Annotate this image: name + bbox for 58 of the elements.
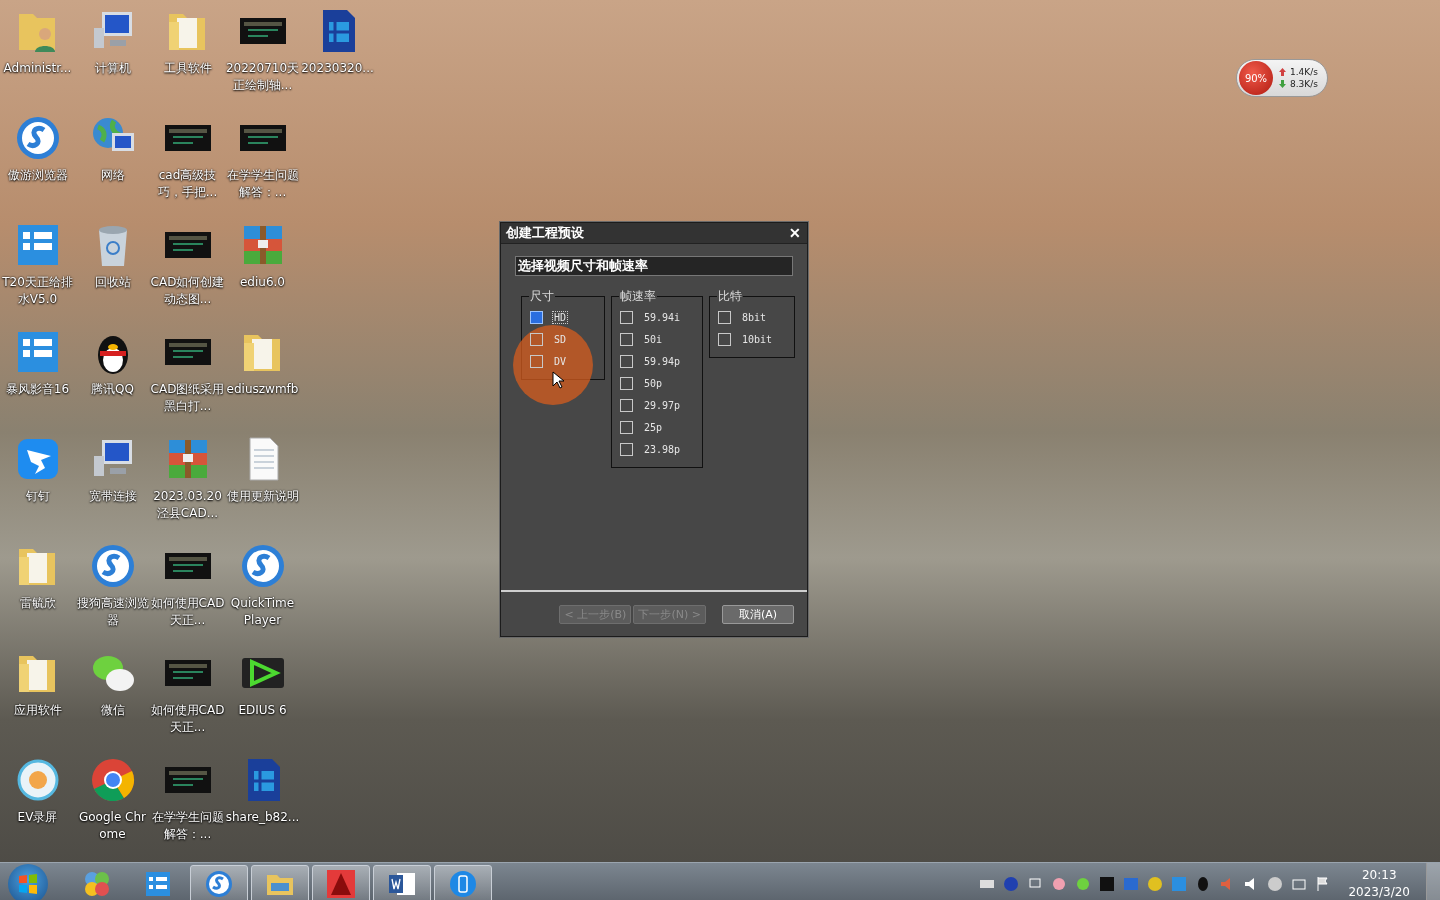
desktop-icon-label[interactable]: 回收站 xyxy=(75,274,150,291)
desktop-icon-label[interactable]: 20230320... xyxy=(300,60,375,77)
group-title: 尺寸 xyxy=(529,288,555,305)
desktop-icon-label[interactable]: 在学学生问题解答：... xyxy=(150,809,225,843)
option-label: 8bit xyxy=(741,311,768,323)
close-button[interactable]: ✕ xyxy=(787,225,803,241)
desktop-icon-label[interactable]: 雷毓欣 xyxy=(0,595,75,612)
desktop-icon-label[interactable]: 如何使用CAD天正... xyxy=(150,595,225,629)
desktop-icon-label[interactable]: share_b82... xyxy=(225,809,300,826)
desktop-icon-label[interactable]: 计算机 xyxy=(75,60,150,77)
option-label: 59.94i xyxy=(643,311,682,323)
option-label: 10bit xyxy=(741,333,774,345)
desktop-icon-label[interactable]: QuickTime Player xyxy=(225,595,300,629)
desktop-icon-label[interactable]: 网络 xyxy=(75,167,150,184)
desktop-icon-label[interactable]: 如何使用CAD天正... xyxy=(150,702,225,736)
desktop-icon-label[interactable]: 钉钉 xyxy=(0,488,75,505)
clock[interactable]: 20:13 2023/3/20 xyxy=(1338,866,1420,900)
desktop-icon-label[interactable]: ediu6.0 xyxy=(225,274,300,291)
dialog-title: 创建工程预设 xyxy=(506,224,584,242)
desktop-icon-label[interactable]: 傲游浏览器 xyxy=(0,167,75,184)
option-label: 29.97p xyxy=(643,399,682,411)
option-label: 50i xyxy=(643,333,664,345)
option-label: DV xyxy=(553,355,568,367)
desktop-icon-label[interactable]: EDIUS 6 xyxy=(225,702,300,719)
desktop-icon-label[interactable]: T20天正给排水V5.0 xyxy=(0,274,75,308)
option-label: 25p xyxy=(643,421,664,433)
desktop-icon-label[interactable]: 工具软件 xyxy=(150,60,225,77)
desktop-icon-label[interactable]: EV录屏 xyxy=(0,809,75,826)
option-label: 23.98p xyxy=(643,443,682,455)
dialog-button[interactable]: 取消(A) xyxy=(722,604,794,624)
desktop-icon-label[interactable]: 应用软件 xyxy=(0,702,75,719)
clock-time: 20:13 xyxy=(1361,866,1397,884)
group-title: 帧速率 xyxy=(619,288,657,305)
download-rate: 8.3K/s xyxy=(1290,79,1318,89)
desktop-icon-label[interactable]: 腾讯QQ xyxy=(75,381,150,398)
desktop-icon-label[interactable]: 宽带连接 xyxy=(75,488,150,505)
desktop-icon-label[interactable]: 在学学生问题解答：... xyxy=(225,167,300,201)
desktop-icon-label[interactable]: CAD图纸采用黑白打... xyxy=(150,381,225,415)
option-label: HD xyxy=(553,311,568,323)
desktop-icon-label[interactable]: 使用更新说明 xyxy=(225,488,300,505)
option-label: 50p xyxy=(643,377,664,389)
option-label: 59.94p xyxy=(643,355,682,367)
option-label: SD xyxy=(553,333,568,345)
desktop-icon-label[interactable]: ediuszwmfb xyxy=(225,381,300,398)
desktop-icon-label[interactable]: CAD如何创建动态图... xyxy=(150,274,225,308)
section-heading: 选择视频尺寸和帧速率 xyxy=(515,256,793,276)
desktop-icon-label[interactable]: 微信 xyxy=(75,702,150,719)
desktop-icon-label[interactable]: 搜狗高速浏览器 xyxy=(75,595,150,629)
group-title: 比特 xyxy=(717,288,743,305)
usage-gauge: 90% xyxy=(1239,61,1273,95)
desktop-icon-label[interactable]: Administr... xyxy=(0,60,75,77)
desktop-icon-label[interactable]: cad高级技巧，手把... xyxy=(150,167,225,201)
desktop-icon-label[interactable]: 暴风影音16 xyxy=(0,381,75,398)
desktop-icon-label[interactable]: 20220710天正绘制轴... xyxy=(225,60,300,94)
clock-date: 2023/3/20 xyxy=(1348,883,1410,900)
desktop-icon-label[interactable]: 2023.03.20泾县CAD... xyxy=(150,488,225,522)
upload-rate: 1.4K/s xyxy=(1290,67,1318,77)
desktop-icon-label[interactable]: Google Chrome xyxy=(75,809,150,843)
